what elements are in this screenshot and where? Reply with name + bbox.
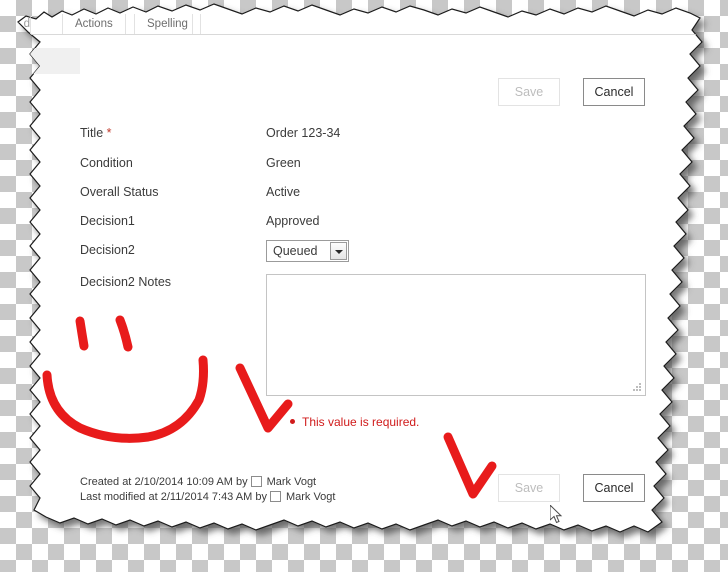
decision2-dropdown[interactable]: Queued xyxy=(266,240,349,262)
cancel-button-top[interactable]: Cancel xyxy=(583,78,645,106)
modified-metadata: Last modified at 2/11/2014 7:43 AM by Mar… xyxy=(80,491,335,503)
cancel-button-bottom[interactable]: Cancel xyxy=(583,474,645,502)
value-decision1: Approved xyxy=(266,214,320,228)
label-condition: Condition xyxy=(80,156,133,170)
form-row-decision1: Decision1 Approved xyxy=(80,214,660,236)
modified-by-user[interactable]: Mark Vogt xyxy=(286,491,336,503)
chevron-down-icon xyxy=(335,250,343,254)
created-metadata: Created at 2/10/2014 10:09 AM by Mark Vog… xyxy=(80,476,316,488)
label-decision1: Decision1 xyxy=(80,214,135,228)
label-overall-status: Overall Status xyxy=(80,185,159,199)
decision2-selected-value: Queued xyxy=(273,244,318,258)
tab-actions[interactable]: Actions xyxy=(62,14,126,34)
label-decision2: Decision2 xyxy=(80,243,135,257)
created-timestamp: 2/10/2014 10:09 AM xyxy=(134,476,233,488)
decision2-dropdown-button[interactable] xyxy=(330,242,347,260)
form-row-condition: Condition Green xyxy=(80,156,660,178)
mouse-pointer-cursor xyxy=(550,505,563,524)
value-overall-status: Active xyxy=(266,185,301,199)
label-title: Title * xyxy=(80,126,112,140)
ribbon-tabstrip: d Actions Spelling xyxy=(0,14,728,35)
validation-message-text: This value is required. xyxy=(302,415,420,429)
modified-timestamp: 2/11/2014 7:43 AM xyxy=(160,491,253,503)
label-decision2-notes: Decision2 Notes xyxy=(80,275,172,289)
form-row-title: Title * Order 123-34 xyxy=(80,126,660,148)
created-by-word: by xyxy=(235,476,248,488)
torn-paper-sheet: d Actions Spelling Save Cancel Title * O… xyxy=(0,0,728,572)
textarea-resize-grip[interactable] xyxy=(633,383,642,392)
value-title: Order 123-34 xyxy=(266,126,341,140)
value-condition: Green xyxy=(266,156,301,170)
save-button-bottom[interactable]: Save xyxy=(498,474,560,502)
validation-message: This value is required. xyxy=(290,415,419,429)
save-button-top[interactable]: Save xyxy=(498,78,560,106)
modified-prefix: Last modified at xyxy=(80,491,158,503)
bullet-icon xyxy=(290,419,295,424)
form-row-decision2: Decision2 Queued xyxy=(80,243,660,265)
presence-icon-modified[interactable] xyxy=(270,491,281,502)
created-prefix: Created at xyxy=(80,476,132,488)
presence-icon-created[interactable] xyxy=(251,476,262,487)
modified-by-word: by xyxy=(255,491,267,503)
required-asterisk-icon: * xyxy=(106,126,112,140)
tabstrip-filler xyxy=(192,14,728,34)
created-by-user[interactable]: Mark Vogt xyxy=(267,476,317,488)
tab-spelling[interactable]: Spelling xyxy=(134,14,201,34)
form-row-overall-status: Overall Status Active xyxy=(80,185,660,207)
decision2-notes-textarea[interactable] xyxy=(266,274,646,396)
